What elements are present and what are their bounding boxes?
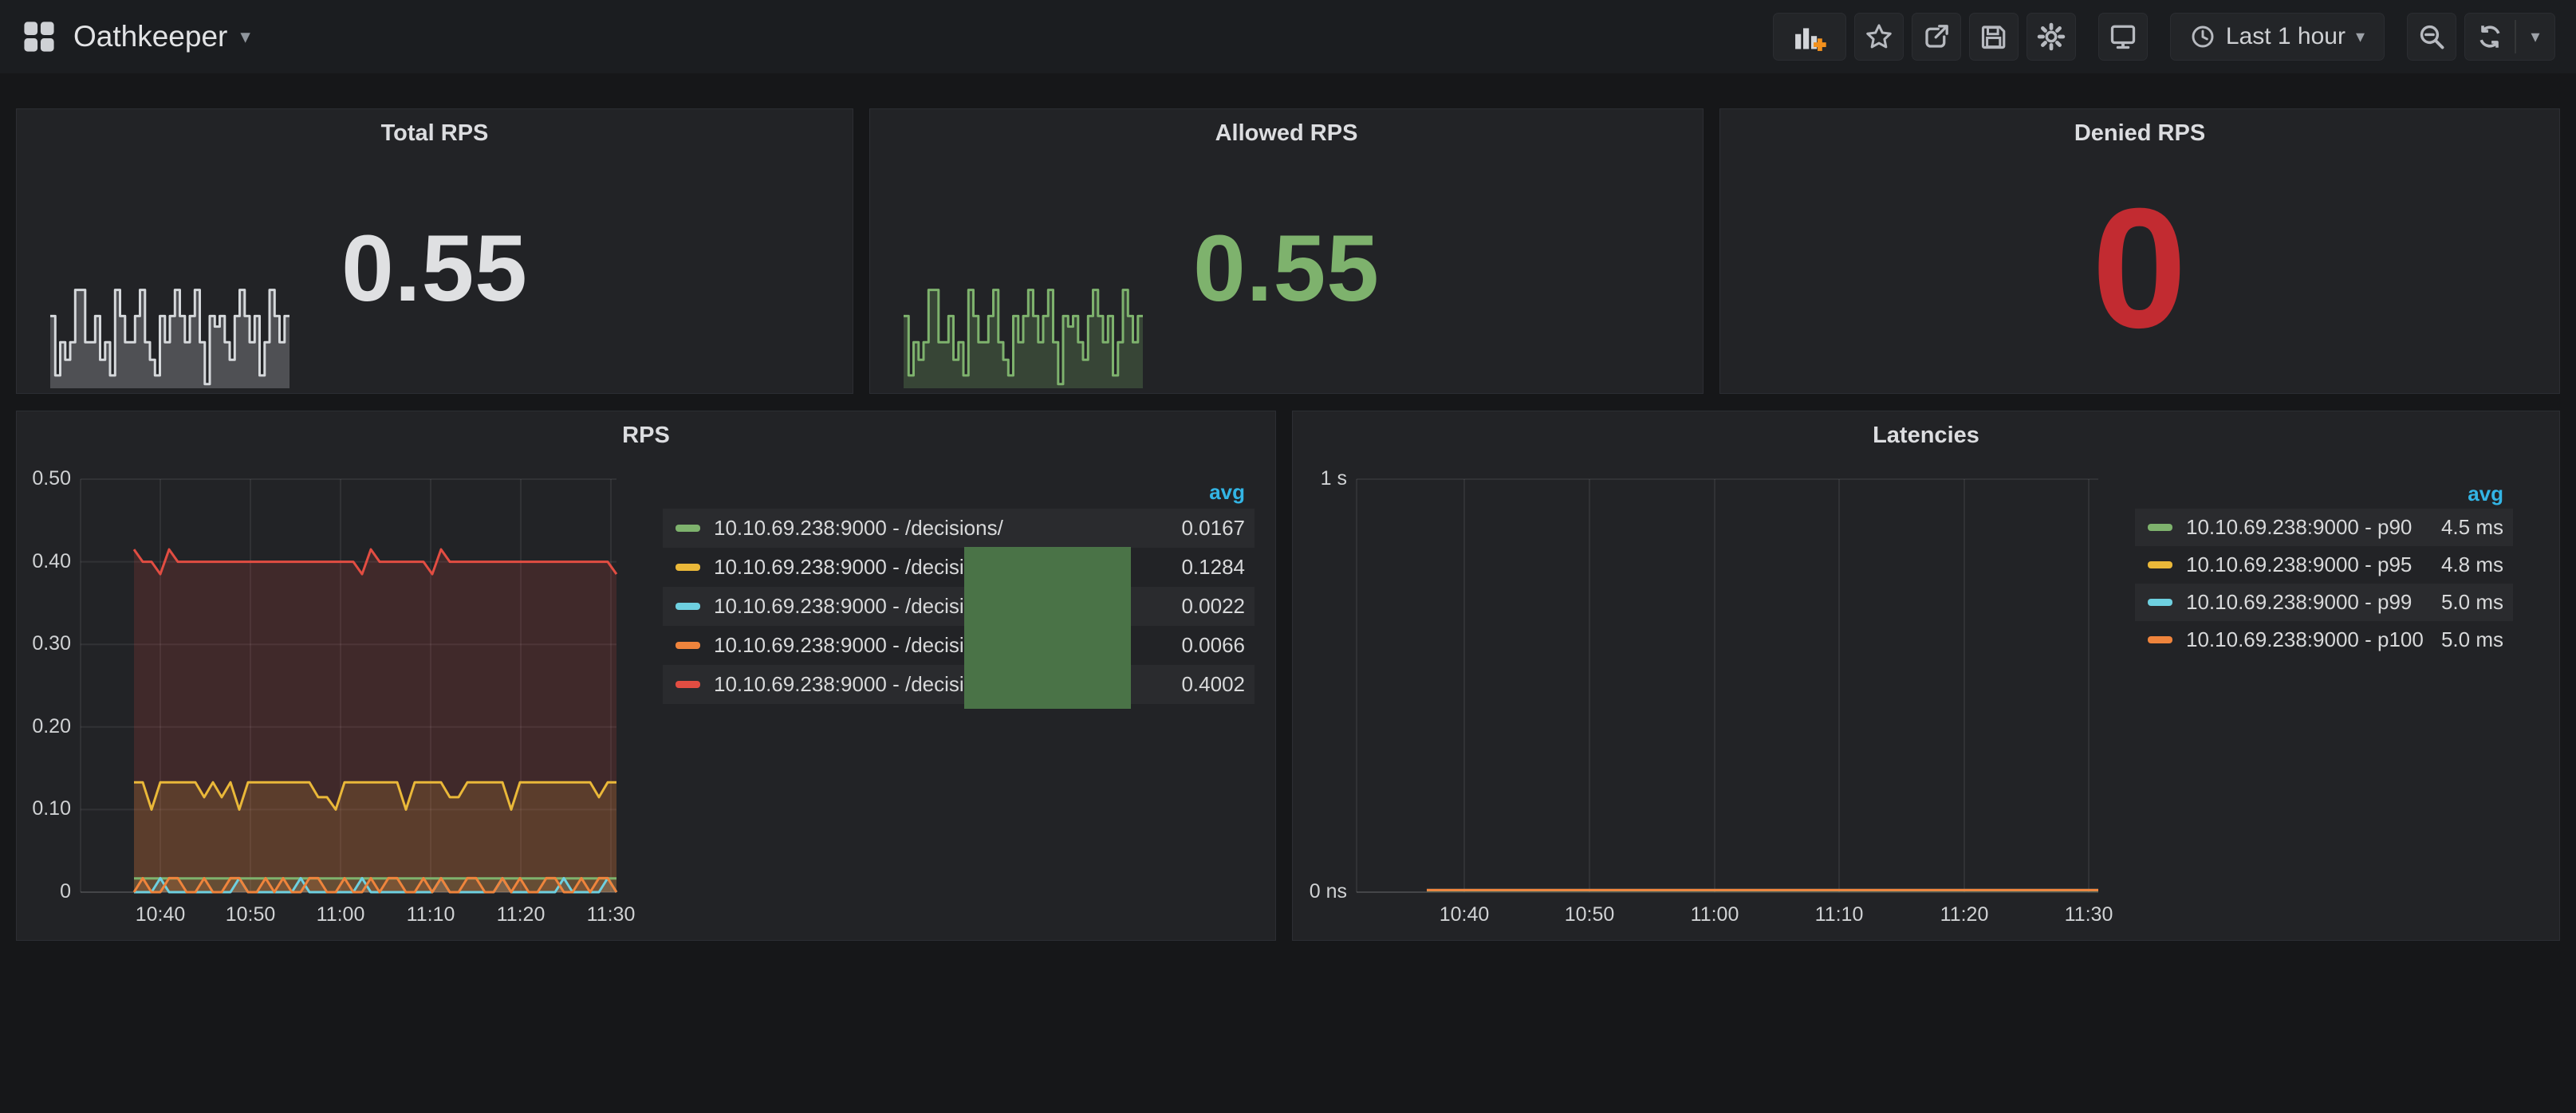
latencies-chart — [1293, 411, 2559, 940]
dashboards-grid-icon[interactable] — [21, 18, 57, 55]
share-button[interactable] — [1912, 13, 1961, 61]
legend-avg-value: 0.0022 — [1181, 594, 1255, 619]
panel-rps-graph: RPS avg10.10.69.238:9000 - /decisions/0.… — [16, 411, 1276, 941]
share-icon — [1922, 22, 1951, 51]
settings-button[interactable] — [2027, 13, 2076, 61]
refresh-icon — [2476, 22, 2504, 51]
rps-y-tick: 0.30 — [12, 632, 71, 655]
legend-avg-value: 5.0 ms — [2441, 627, 2513, 652]
legend-green-overlay — [964, 547, 1131, 709]
latencies-x-tick: 10:40 — [1408, 903, 1520, 926]
stat-value: 0.55 — [17, 109, 853, 393]
legend-avg-value: 4.5 ms — [2441, 515, 2513, 540]
refresh-button-group: ▾ — [2464, 13, 2555, 61]
panel-total-rps: Total RPS 0.55 — [16, 108, 853, 394]
legend-row: 10.10.69.238:9000 - /decisions/0.0167 — [663, 509, 1255, 548]
latencies-x-tick: 11:10 — [1783, 903, 1895, 926]
panel-allowed-rps: Allowed RPS 0.55 — [869, 108, 1704, 394]
zoom-out-button[interactable] — [2407, 13, 2456, 61]
refresh-interval-caret-icon[interactable]: ▾ — [2516, 14, 2554, 60]
save-icon — [1979, 22, 2008, 51]
legend-avg-value: 0.4002 — [1181, 672, 1255, 697]
time-range-label: Last 1 hour — [2226, 23, 2346, 50]
panel-title[interactable]: Denied RPS — [1720, 120, 2559, 147]
legend-row: 10.10.69.238:9000 - /decisions/0.1284 — [663, 548, 1255, 587]
cycle-view-button[interactable] — [2098, 13, 2148, 61]
time-range-caret-icon: ▾ — [2356, 26, 2365, 47]
panel-denied-rps: Denied RPS 0 — [1719, 108, 2560, 394]
rps-y-tick: 0 — [12, 880, 71, 903]
panel-latencies-graph: Latencies avg10.10.69.238:9000 - p904.5 … — [1292, 411, 2560, 941]
legend-row: 10.10.69.238:9000 - p954.8 ms — [2135, 546, 2513, 584]
legend-avg-value: 4.8 ms — [2441, 553, 2513, 577]
grafana-dashboard: Oathkeeper ▾ — [0, 0, 2576, 1113]
star-icon — [1865, 22, 1893, 51]
legend-series-name[interactable]: 10.10.69.238:9000 - p95 — [2186, 553, 2441, 577]
stat-value: 0 — [1720, 109, 2559, 393]
legend-row: 10.10.69.238:9000 - /decisions/0.0022 — [663, 587, 1255, 626]
legend-avg-value: 0.0066 — [1181, 633, 1255, 658]
panel-title[interactable]: Total RPS — [17, 120, 853, 147]
legend-row: 10.10.69.238:9000 - /decisions/0.0066 — [663, 626, 1255, 665]
dashboard-title[interactable]: Oathkeeper — [73, 20, 227, 53]
clock-icon — [2190, 24, 2216, 49]
panel-title[interactable]: Latencies — [1293, 423, 2559, 449]
legend-series-name[interactable]: 10.10.69.238:9000 - p90 — [2186, 515, 2441, 540]
zoom-out-icon — [2417, 22, 2446, 51]
dashboard-toolbar: Last 1 hour ▾ — [1765, 13, 2555, 61]
legend-series-swatch[interactable] — [676, 564, 700, 571]
legend-series-swatch[interactable] — [676, 681, 700, 688]
legend-series-swatch[interactable] — [2148, 636, 2172, 643]
legend-avg-value: 0.1284 — [1181, 555, 1255, 580]
legend-series-name[interactable]: 10.10.69.238:9000 - /decisions/ — [714, 516, 1181, 541]
gear-icon — [2036, 22, 2066, 52]
panel-title[interactable]: RPS — [17, 423, 1275, 449]
time-range-button[interactable]: Last 1 hour ▾ — [2170, 13, 2385, 61]
latencies-x-tick: 11:20 — [1908, 903, 2020, 926]
legend-series-name[interactable]: 10.10.69.238:9000 - p99 — [2186, 590, 2441, 615]
latencies-x-tick: 11:30 — [2033, 903, 2145, 926]
add-panel-icon — [1792, 21, 1827, 53]
dashboard-dropdown-caret-icon[interactable]: ▾ — [240, 25, 250, 49]
rps-y-tick: 0.10 — [12, 797, 71, 820]
grid-icon-svg — [21, 18, 57, 55]
legend-row: 10.10.69.238:9000 - p1005.0 ms — [2135, 621, 2513, 659]
dashboard-nav: Oathkeeper ▾ — [21, 18, 250, 55]
panel-title[interactable]: Allowed RPS — [870, 120, 1703, 147]
legend-series-swatch[interactable] — [2148, 561, 2172, 568]
rps-x-tick: 11:30 — [555, 903, 667, 926]
latencies-x-tick: 11:00 — [1659, 903, 1771, 926]
legend-series-swatch[interactable] — [676, 603, 700, 610]
legend-avg-value: 5.0 ms — [2441, 590, 2513, 615]
latencies-y-tick: 1 s — [1288, 467, 1347, 490]
legend-series-swatch[interactable] — [676, 642, 700, 649]
latencies-y-tick: 0 ns — [1288, 880, 1347, 903]
latencies-x-tick: 10:50 — [1534, 903, 1645, 926]
legend-series-name[interactable]: 10.10.69.238:9000 - p100 — [2186, 627, 2441, 652]
legend-row: 10.10.69.238:9000 - p995.0 ms — [2135, 584, 2513, 621]
star-button[interactable] — [1854, 13, 1904, 61]
rps-y-tick: 0.40 — [12, 550, 71, 573]
legend-row: 10.10.69.238:9000 - p904.5 ms — [2135, 509, 2513, 546]
rps-y-tick: 0.50 — [12, 467, 71, 490]
rps-y-tick: 0.20 — [12, 715, 71, 738]
legend-series-swatch[interactable] — [2148, 524, 2172, 531]
legend-series-swatch[interactable] — [2148, 599, 2172, 606]
legend-series-swatch[interactable] — [676, 525, 700, 532]
stat-value: 0.55 — [870, 109, 1703, 393]
legend-avg-value: 0.0167 — [1181, 516, 1255, 541]
save-button[interactable] — [1969, 13, 2019, 61]
refresh-button[interactable] — [2465, 14, 2515, 60]
monitor-icon — [2109, 22, 2137, 51]
legend-row: 10.10.69.238:9000 - /decisions/0.4002 — [663, 665, 1255, 704]
top-navbar: Oathkeeper ▾ — [0, 0, 2576, 73]
add-panel-button[interactable] — [1773, 13, 1846, 61]
